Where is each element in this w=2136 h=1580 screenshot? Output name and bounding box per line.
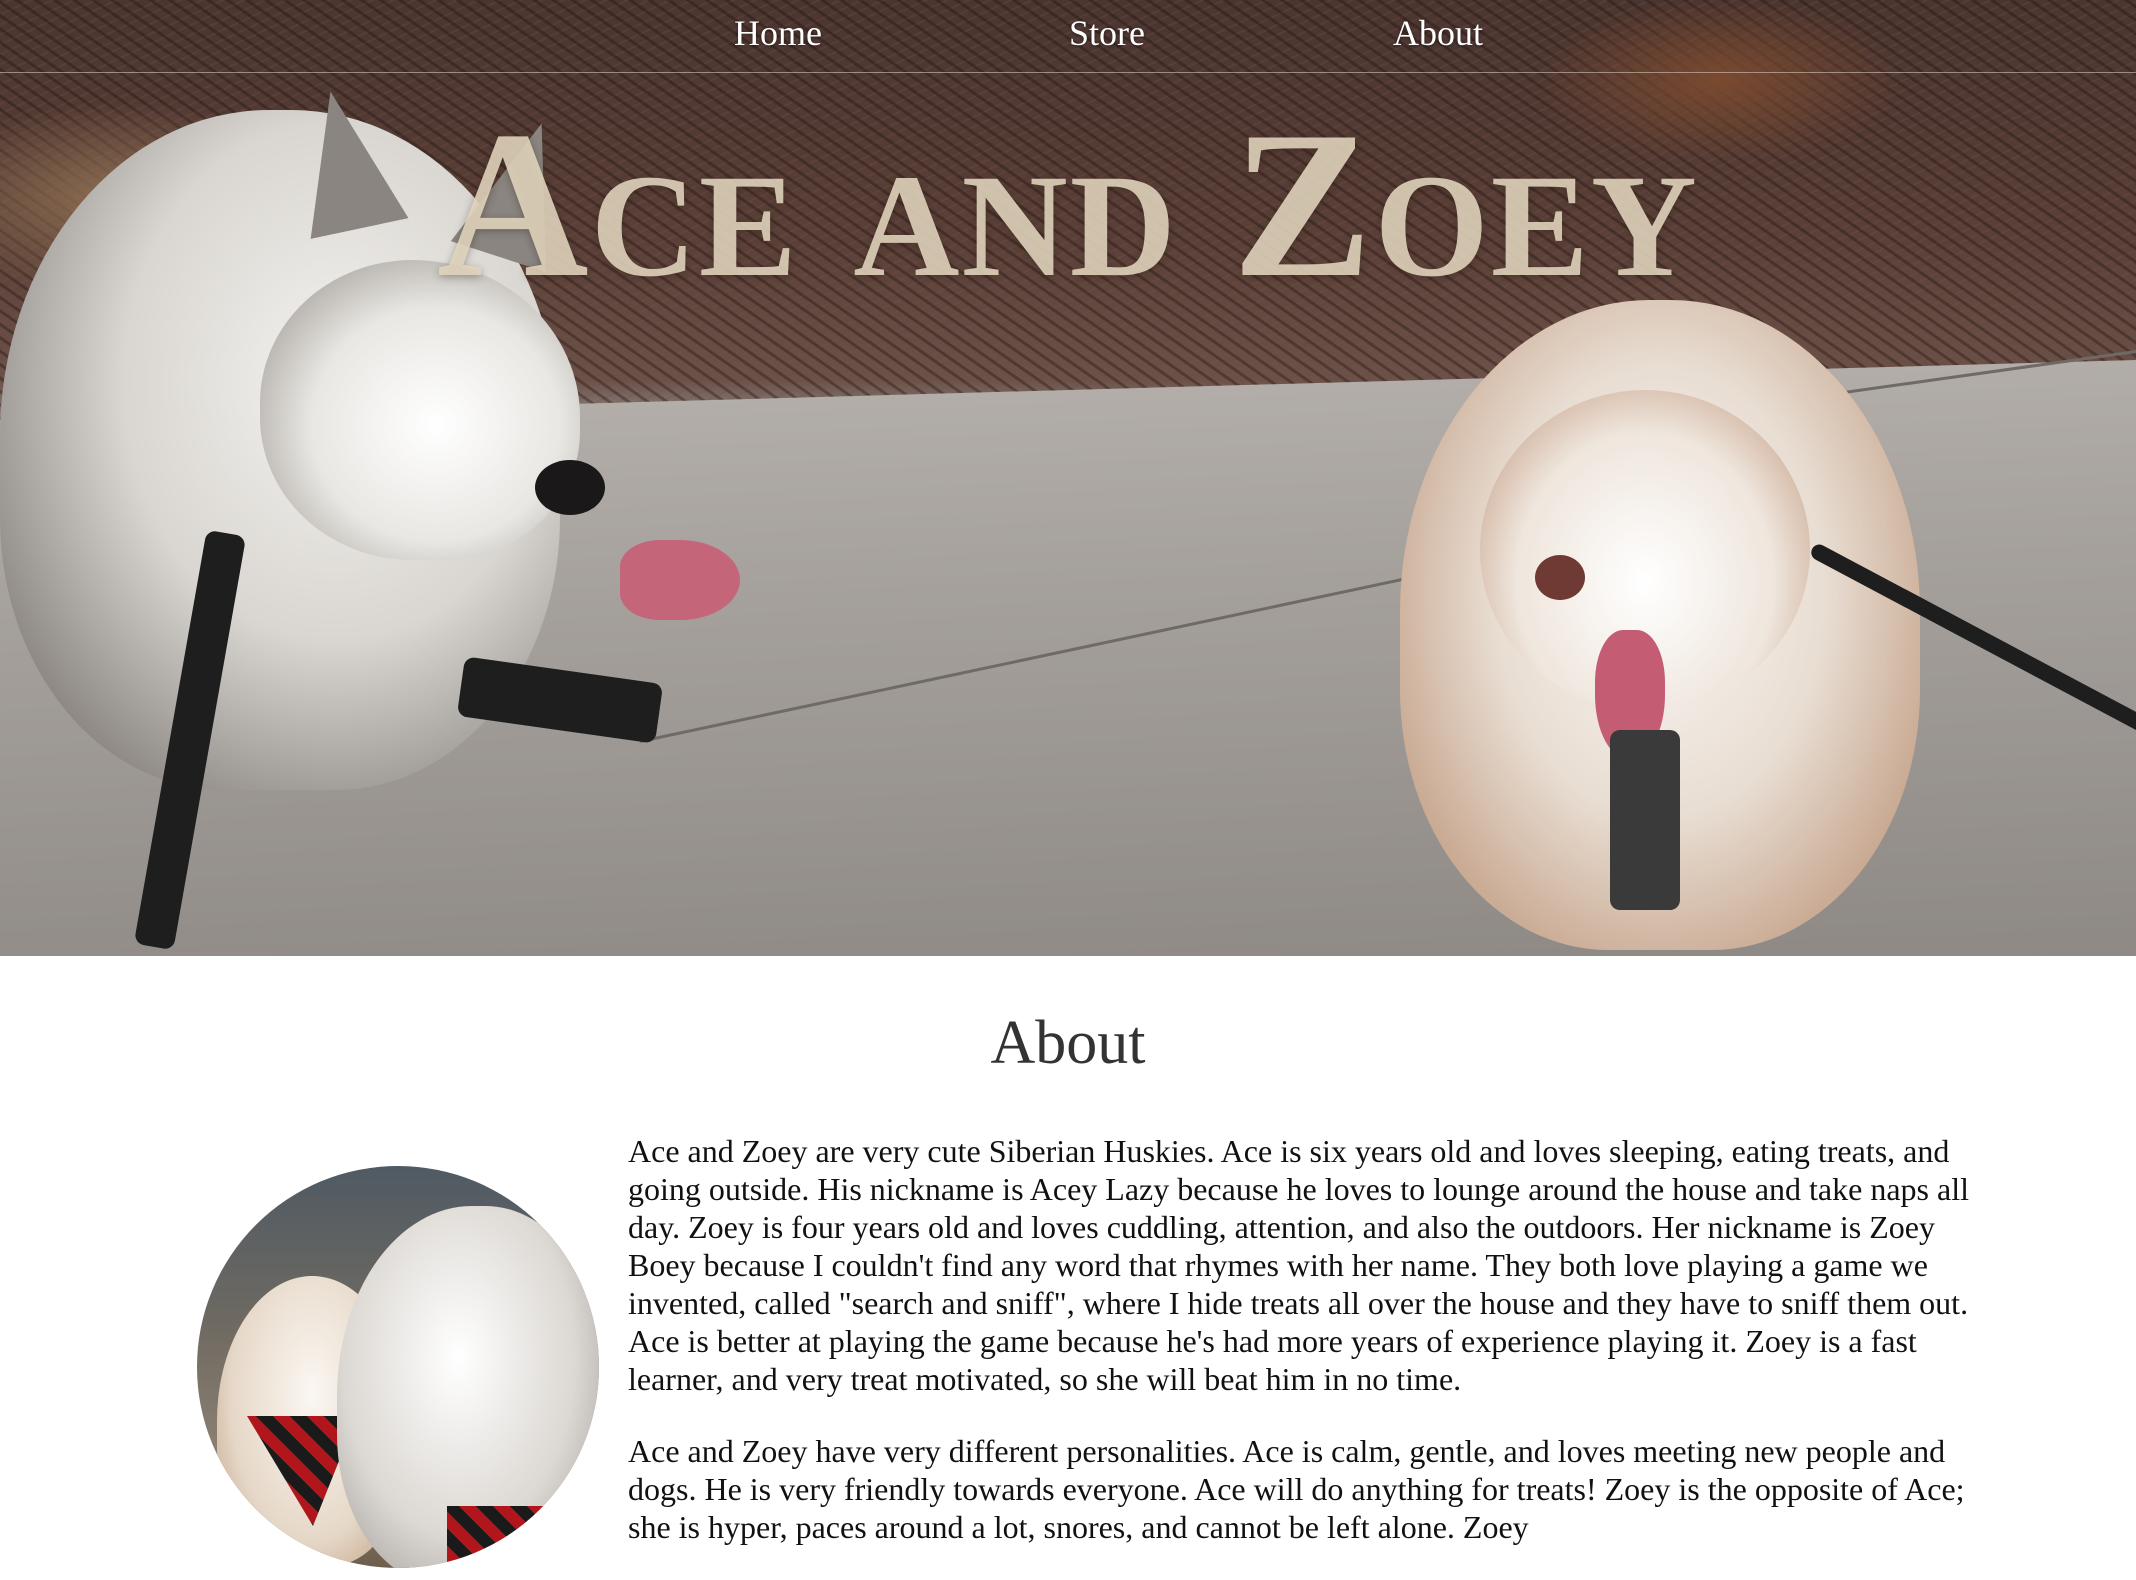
nav-link-about[interactable]: About — [1393, 12, 1483, 54]
about-paragraph: Ace and Zoey are very cute Siberian Husk… — [628, 1133, 1969, 1397]
hero-title: Ace and Zoey — [437, 89, 1699, 321]
about-body: Ace and Zoey are very cute Siberian Husk… — [628, 1132, 1980, 1580]
nav-link-store[interactable]: Store — [1069, 12, 1145, 54]
hero-banner: Home Store About Ace and Zoey — [0, 0, 2136, 956]
dogs-avatar-photo — [197, 1166, 599, 1568]
about-paragraph: Ace and Zoey have very different persona… — [628, 1433, 1965, 1545]
nav-link-home[interactable]: Home — [734, 12, 822, 54]
about-heading: About — [990, 1009, 1146, 1077]
top-navigation: Home Store About — [0, 0, 2136, 73]
